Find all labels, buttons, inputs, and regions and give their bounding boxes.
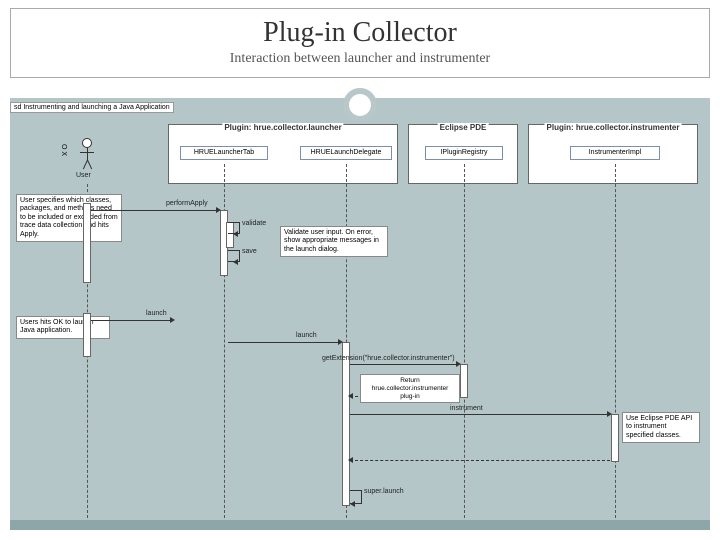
lifeline-delegate: HRUELaunchDelegate: [300, 146, 392, 160]
sequence-diagram: sd Instrumenting and launching a Java Ap…: [10, 98, 710, 530]
lifeline-instr-line: [615, 164, 616, 528]
label-instrument: instrument: [450, 405, 483, 412]
lifeline-registry: IPluginRegistry: [425, 146, 503, 160]
label-getext: getExtension("hrue.collector.instrumente…: [322, 355, 455, 362]
label-launch-user: launch: [146, 310, 167, 317]
slide-subtitle: Interaction between launcher and instrum…: [11, 51, 709, 67]
arrowhead-performapply: [216, 207, 221, 213]
arrow-instr-return: [350, 460, 610, 461]
actor-leg-r-icon: [87, 160, 92, 169]
arrowhead-instr-return: [348, 457, 353, 463]
pkg-launcher-label: Plugin: hrue.collector.launcher: [222, 123, 343, 132]
note-spec: User specifies which classes, packages, …: [16, 194, 122, 242]
actor-label: User: [76, 172, 91, 179]
note-usepde: Use Eclipse PDE API to instrument specif…: [622, 412, 700, 443]
arrowhead-save: [233, 259, 238, 265]
lifeline-instrimpl: InstrumenterImpl: [570, 146, 660, 160]
slide-frame: Plug-in Collector Interaction between la…: [10, 8, 710, 78]
arrow-getext: [350, 364, 459, 365]
label-save: save: [242, 248, 257, 255]
label-validate: validate: [242, 220, 266, 227]
act-user-2: [83, 313, 91, 357]
ring-decoration: [343, 88, 377, 122]
act-registry: [460, 364, 468, 398]
actor-body-icon: [87, 148, 88, 160]
actor-artifact: O X: [60, 144, 67, 156]
arrowhead-instrument: [607, 411, 612, 417]
arrowhead-validate: [233, 231, 238, 237]
label-launch: launch: [296, 332, 317, 339]
arrowhead-launch: [338, 339, 343, 345]
arrow-instrument: [350, 414, 610, 415]
sd-caption: sd Instrumenting and launching a Java Ap…: [10, 102, 174, 113]
act-user-1: [83, 203, 91, 283]
arrowhead-superlaunch: [350, 501, 355, 507]
actor-head-icon: [82, 138, 92, 148]
pkg-instrumenter-label: Plugin: hrue.collector.instrumenter: [545, 123, 682, 132]
arrow-launch: [228, 342, 341, 343]
arrow-launch-user: [91, 320, 173, 321]
lifeline-tab: HRUELauncherTab: [180, 146, 268, 160]
note-validate: Validate user input. On error, show appr…: [280, 226, 388, 257]
lifeline-registry-line: [464, 164, 465, 528]
actor-arms-icon: [80, 152, 94, 153]
arrow-performapply: [91, 210, 219, 211]
pkg-pde-label: Eclipse PDE: [438, 123, 489, 132]
arrowhead-return: [348, 393, 353, 399]
arrowhead-launch-user: [170, 317, 175, 323]
slide-title: Plug-in Collector: [11, 9, 709, 49]
arrowhead-getext: [456, 361, 461, 367]
bottom-bar: [10, 520, 710, 530]
label-performapply: performApply: [166, 200, 208, 207]
act-instr: [611, 414, 619, 462]
label-return: Return hrue.collector.instrumenter plug-…: [360, 374, 460, 403]
label-superlaunch: super.launch: [364, 488, 404, 495]
act-delegate: [342, 342, 350, 506]
